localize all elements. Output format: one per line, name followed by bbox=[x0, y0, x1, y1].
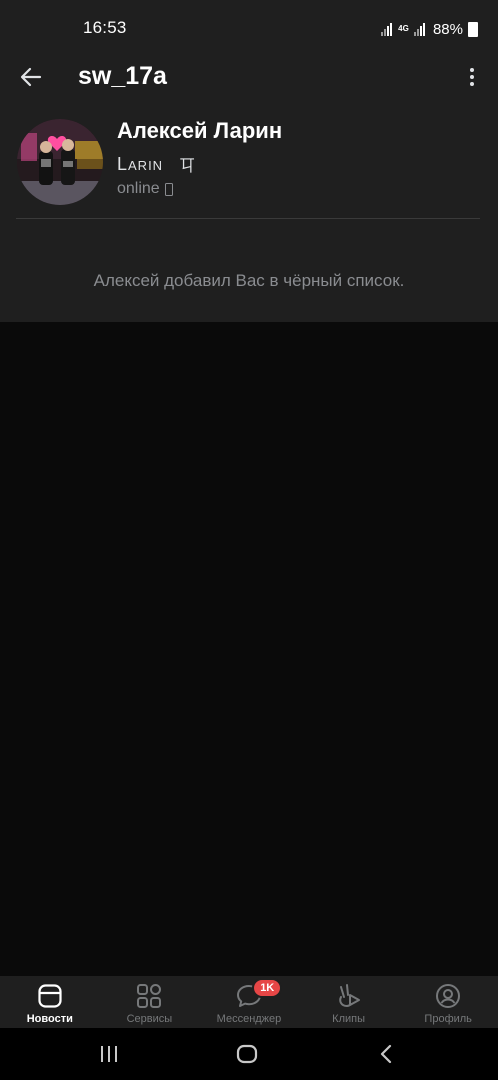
network-type-icon: 4G bbox=[398, 24, 409, 33]
online-text: online bbox=[117, 180, 160, 197]
tab-label: Сервисы bbox=[126, 1013, 173, 1025]
home-button[interactable] bbox=[232, 1042, 262, 1066]
status-text: Larin bbox=[117, 153, 164, 174]
services-icon bbox=[136, 983, 162, 1009]
screen: 16:53 4G 88% sw_17a Алексей Ларин Larin … bbox=[0, 0, 498, 1080]
tab-clips[interactable]: Клипы bbox=[299, 976, 399, 1028]
unread-badge: 1K bbox=[252, 978, 283, 998]
status-time: 16:53 bbox=[83, 18, 127, 37]
tab-label: Мессенджер bbox=[216, 1013, 282, 1025]
battery-percent: 88% bbox=[432, 20, 463, 38]
clips-icon bbox=[336, 983, 362, 1009]
tab-services[interactable]: Сервисы bbox=[100, 976, 200, 1028]
chevron-left-icon bbox=[380, 1044, 392, 1064]
recent-apps-button[interactable] bbox=[94, 1042, 124, 1066]
wifi-signal-icon bbox=[380, 22, 393, 36]
page-title: sw_17a bbox=[78, 62, 167, 90]
status-icons: 4G 88% bbox=[380, 19, 478, 39]
arrow-left-icon bbox=[20, 67, 42, 87]
status-bar: 16:53 4G 88% bbox=[0, 0, 498, 56]
tab-messenger[interactable]: 1K Мессенджер bbox=[199, 976, 299, 1028]
profile-icon bbox=[435, 983, 461, 1009]
online-indicator: online bbox=[117, 180, 173, 198]
profile-panel: Алексей Ларин Larin 㔿 online Алексей доб… bbox=[0, 106, 498, 322]
system-nav-bar bbox=[0, 1028, 498, 1080]
status-glyph: 㔿 bbox=[179, 156, 196, 175]
tab-label: Новости bbox=[26, 1013, 73, 1025]
tab-label: Клипы bbox=[332, 1013, 365, 1025]
avatar[interactable] bbox=[17, 119, 103, 205]
phone-icon bbox=[164, 182, 173, 196]
home-icon bbox=[236, 1044, 258, 1064]
news-icon bbox=[37, 983, 63, 1009]
more-vertical-icon bbox=[470, 68, 474, 72]
cell-signal-icon bbox=[413, 22, 426, 36]
avatar-photo bbox=[17, 119, 103, 205]
profile-divider bbox=[16, 218, 480, 219]
back-button[interactable] bbox=[16, 62, 46, 92]
recent-apps-icon bbox=[101, 1046, 117, 1062]
tab-profile[interactable]: Профиль bbox=[398, 976, 498, 1028]
system-back-button[interactable] bbox=[372, 1042, 402, 1066]
tab-label: Профиль bbox=[424, 1013, 472, 1025]
blocked-message: Алексей добавил Вас в чёрный список. bbox=[93, 271, 405, 290]
profile-status: Larin 㔿 bbox=[117, 152, 195, 176]
profile-name: Алексей Ларин bbox=[117, 118, 283, 143]
tab-bar: Новости Сервисы 1K Мессенджер Клипы Проф… bbox=[0, 976, 498, 1028]
battery-icon bbox=[468, 21, 478, 37]
tab-news[interactable]: Новости bbox=[0, 976, 100, 1028]
more-menu-button[interactable] bbox=[460, 62, 484, 92]
chat-header: sw_17a bbox=[0, 56, 498, 106]
